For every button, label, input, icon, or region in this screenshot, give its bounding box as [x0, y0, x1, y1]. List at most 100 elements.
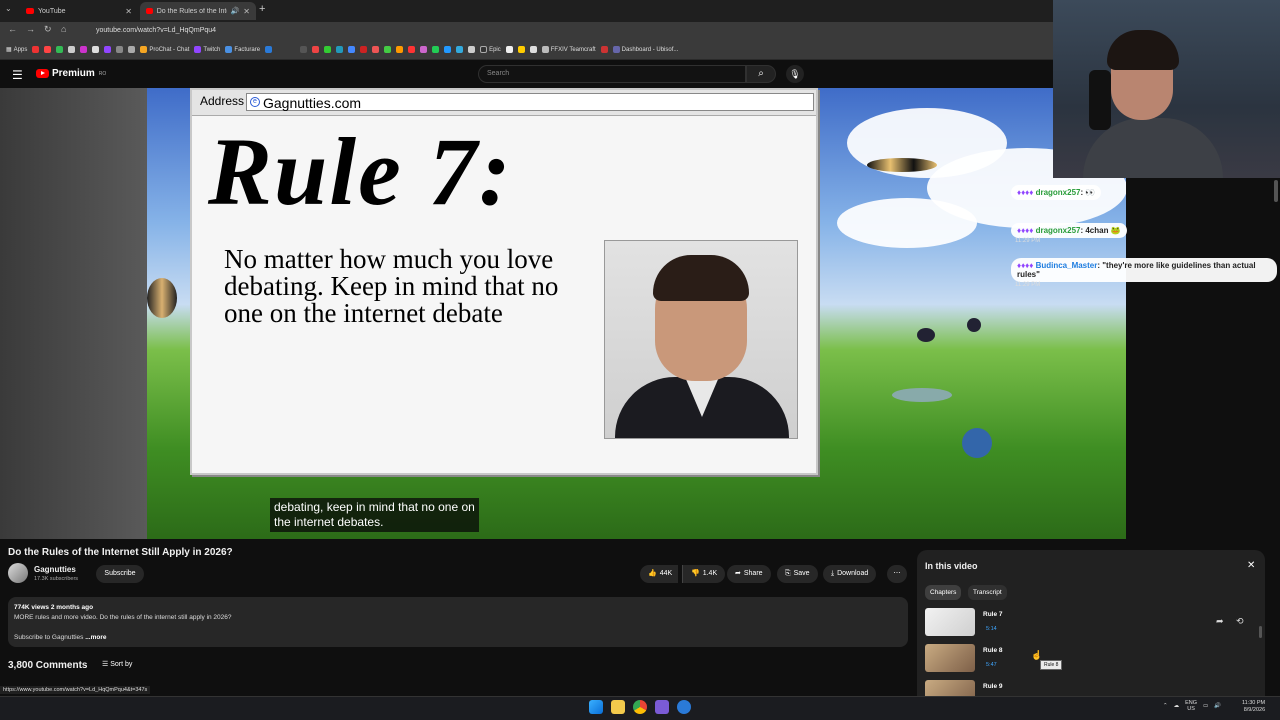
chat-user: Budinca_Master — [1035, 261, 1098, 270]
tab-transcript[interactable]: Transcript — [968, 585, 1007, 600]
bookmark-icon[interactable] — [80, 46, 88, 53]
download-button[interactable]: ⤓ Download — [823, 565, 877, 583]
file-explorer-icon[interactable] — [611, 700, 625, 714]
address-field: e Gagnutties.com — [246, 93, 814, 111]
bookmark-icon[interactable] — [505, 46, 513, 53]
chat-message: ♦♦♦♦ Budinca_Master: "they're more like … — [1011, 258, 1277, 288]
channel-avatar[interactable] — [8, 563, 28, 583]
bookmark-icon[interactable] — [56, 46, 64, 53]
bookmark-icon[interactable] — [128, 46, 136, 53]
bookmark-icon[interactable] — [104, 46, 112, 53]
voice-search-button[interactable]: 🎙 — [786, 65, 804, 83]
bookmark-icon[interactable] — [372, 46, 380, 53]
chapter-name: Rule 7 — [983, 611, 1003, 618]
bookmark-icon[interactable] — [600, 46, 608, 53]
search-button[interactable]: ⌕ — [746, 65, 776, 83]
bookmark-icon[interactable] — [336, 46, 344, 53]
chat-time: 11:29 PM — [1015, 282, 1041, 288]
bookmark-icon[interactable] — [408, 46, 416, 53]
address-bar[interactable]: youtube.com/watch?v=Ld_HqQmPqu4 — [80, 24, 1040, 38]
save-button[interactable]: ⎘ Save — [777, 565, 818, 583]
youtube-logo[interactable]: Premium RO — [36, 68, 106, 79]
chapter-item[interactable]: Rule 7 5:14 ➦ ⟲ — [925, 608, 1249, 638]
video-player[interactable]: Address e Gagnutties.com Rule 7: No matt… — [0, 88, 1126, 539]
like-button[interactable]: 👍 44K — [640, 565, 679, 583]
chevron-up-icon[interactable]: ⌃ — [1163, 703, 1168, 709]
discord-icon[interactable] — [655, 700, 669, 714]
tab-search-icon[interactable]: ⌄ — [5, 4, 12, 13]
close-tab-icon[interactable]: ✕ — [125, 7, 132, 16]
bookmark-ffxiv[interactable]: FFXIV Teamcraft — [541, 46, 596, 53]
dislike-button[interactable]: 👎 1.4K — [682, 565, 726, 583]
close-icon[interactable]: ✕ — [1247, 560, 1255, 571]
bookmark-icon[interactable] — [360, 46, 368, 53]
search-icon: ⌕ — [758, 68, 764, 79]
bookmark-icon[interactable] — [420, 46, 428, 53]
bookmark-facturare[interactable]: Facturare — [225, 46, 260, 53]
bookmark-icon[interactable] — [468, 46, 476, 53]
more-icon: ⋯ — [893, 570, 901, 577]
bookmark-icon[interactable] — [456, 46, 464, 53]
more-actions-button[interactable]: ⋯ — [887, 565, 907, 583]
bookmark-icon[interactable] — [384, 46, 392, 53]
bookmark-icon[interactable] — [432, 46, 440, 53]
share-icon[interactable]: ➦ — [1216, 616, 1224, 627]
bookmark-icon[interactable] — [68, 46, 76, 53]
microphone-graphic — [1089, 70, 1111, 130]
bookmark-icon[interactable] — [116, 46, 124, 53]
cloud-icon[interactable]: ☁ — [1174, 703, 1180, 709]
loop-icon[interactable]: ⟲ — [1236, 616, 1244, 627]
bookmark-prochat[interactable]: ProChat - Chat — [140, 46, 189, 53]
chapter-item[interactable]: Rule 8 5:47 — [925, 644, 1249, 674]
search-input[interactable]: Search — [478, 65, 746, 83]
reload-icon[interactable]: ↻ — [44, 24, 52, 35]
youtube-play-icon — [36, 69, 49, 78]
volume-icon[interactable]: 🔊 — [1214, 703, 1221, 709]
new-tab-button[interactable]: + — [259, 3, 265, 15]
bookmark-icon[interactable] — [44, 46, 52, 53]
back-icon[interactable]: ← — [8, 24, 17, 34]
monitor-icon[interactable]: ▭ — [1203, 703, 1208, 709]
bookmark-twitch[interactable]: Twitch — [194, 46, 220, 53]
share-button[interactable]: ➦ Share — [727, 565, 771, 583]
bookmark-ubisoft[interactable]: Dashboard - Ubisof... — [612, 46, 678, 53]
bookmark-epic[interactable]: Epic — [480, 46, 501, 53]
tooltip: Rule 8 — [1040, 660, 1063, 670]
forward-icon[interactable]: → — [26, 24, 35, 34]
sort-button[interactable]: ☰ Sort by — [102, 660, 132, 668]
home-icon[interactable]: ⌂ — [61, 24, 66, 34]
bookmark-icon[interactable] — [517, 46, 525, 53]
language-indicator[interactable]: ENG US — [1185, 700, 1197, 712]
bookmark-icon[interactable] — [265, 46, 273, 53]
subscriber-count: 17.3K subscribers — [34, 576, 79, 582]
more-link[interactable]: ...more — [85, 634, 106, 641]
browser-tab-youtube[interactable]: YouTube ✕ — [20, 2, 138, 20]
page-scrollbar[interactable] — [1274, 180, 1278, 202]
chat-badges-icon: ♦♦♦♦ — [1017, 188, 1036, 197]
bookmark-icon[interactable] — [396, 46, 404, 53]
bookmark-icon[interactable] — [300, 46, 308, 53]
description-text: MORE rules and more video. Do the rules … — [14, 614, 232, 621]
start-icon[interactable] — [589, 700, 603, 714]
bookmark-icon[interactable] — [348, 46, 356, 53]
clock[interactable]: 11:30 PM 8/9/2026 — [1242, 700, 1265, 714]
bookmark-icon[interactable] — [92, 46, 100, 53]
bookmark-icon[interactable] — [529, 46, 537, 53]
description-box[interactable]: 774K views 2 months ago MORE rules and m… — [8, 597, 908, 647]
bookmark-icon[interactable] — [32, 46, 40, 53]
tab-chapters[interactable]: Chapters — [925, 585, 962, 600]
panel-scrollbar[interactable] — [1259, 626, 1262, 638]
menu-icon[interactable]: ☰ — [12, 68, 23, 82]
bookmark-apps[interactable]: ▦ Apps — [6, 46, 27, 54]
chrome-icon[interactable] — [633, 700, 647, 714]
bookmark-icon[interactable] — [324, 46, 332, 53]
browser-tab-video[interactable]: Do the Rules of the Interne 🔊 ✕ — [140, 2, 256, 20]
channel-name[interactable]: Gagnutties — [34, 565, 76, 574]
speaker-icon[interactable]: 🔊 — [231, 7, 240, 15]
bookmark-icon[interactable] — [312, 46, 320, 53]
bookmark-icon[interactable] — [444, 46, 452, 53]
close-tab-icon[interactable]: ✕ — [243, 7, 250, 16]
app-icon[interactable] — [677, 700, 691, 714]
chapter-item[interactable]: Rule 9 — [925, 680, 1249, 696]
subscribe-button[interactable]: Subscribe — [96, 565, 144, 583]
